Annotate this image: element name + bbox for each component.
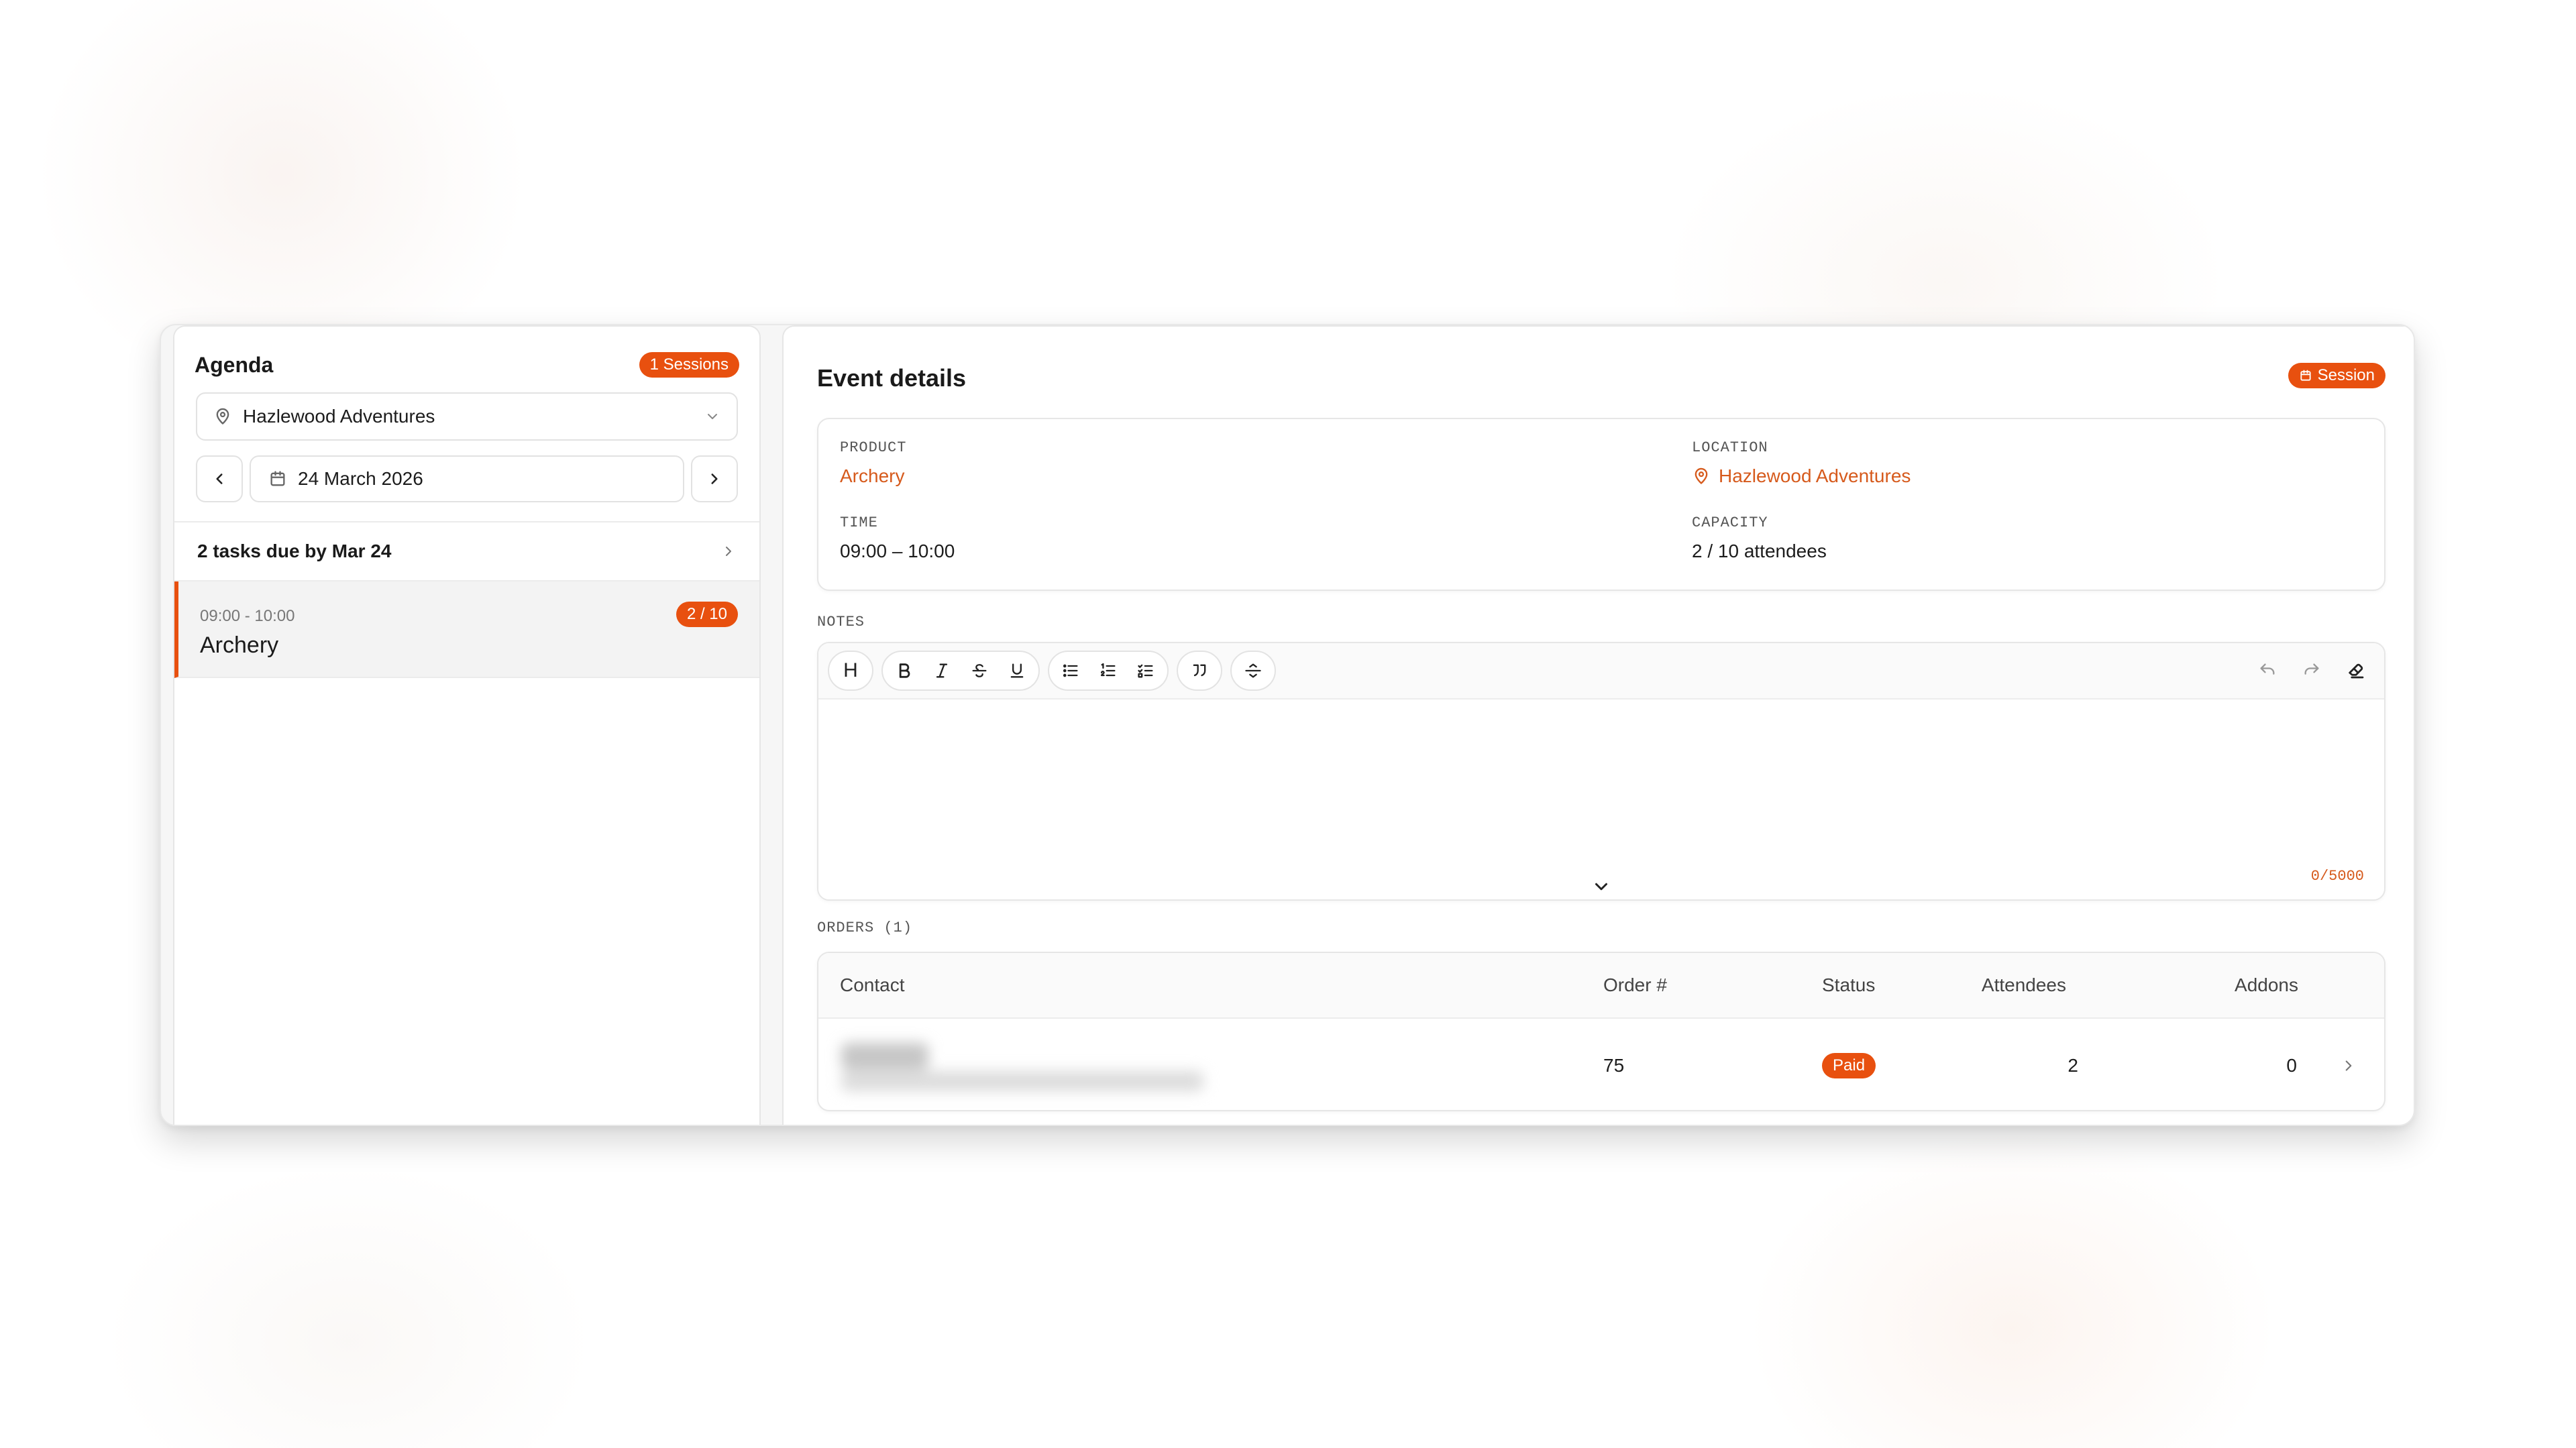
editor-toolbar: H <box>818 643 2384 700</box>
calendar-icon <box>268 469 287 488</box>
contact-redacted <box>835 1038 1224 1098</box>
numbered-list-icon <box>1099 661 1118 680</box>
table-row[interactable]: 75 Paid 2 0 <box>818 1019 2384 1110</box>
session-name: Archery <box>200 632 279 658</box>
heading-label: H <box>843 659 858 681</box>
app-window: Agenda 1 Sessions Hazlewood Adventures 2… <box>160 324 2415 1126</box>
divider-group <box>1230 651 1276 691</box>
column-contact: Contact <box>840 974 905 995</box>
checklist-icon <box>1136 661 1155 680</box>
addons-count: 0 <box>2286 1055 2297 1076</box>
map-pin-icon <box>1692 467 1711 486</box>
heading-group: H <box>828 651 873 691</box>
status-badge: Paid <box>1822 1053 1876 1078</box>
location-link[interactable]: Hazlewood Adventures <box>1692 465 1911 487</box>
product-value: Archery <box>840 465 905 486</box>
expand-editor-button[interactable] <box>1591 877 1611 897</box>
bullet-list-button[interactable] <box>1052 652 1089 689</box>
character-counter: 0/5000 <box>2310 868 2364 885</box>
event-details-card: PRODUCT Archery LOCATION Hazlewood Adven… <box>817 418 2385 591</box>
notes-editor: H 0/5000 <box>817 642 2385 901</box>
orders-table-header: Contact Order # Status Attendees Addons <box>818 953 2384 1019</box>
location-select[interactable]: Hazlewood Adventures <box>196 392 738 441</box>
undo-icon <box>2258 661 2277 680</box>
chevron-right-icon[interactable] <box>2340 1057 2357 1074</box>
agenda-header: Agenda 1 Sessions <box>195 345 739 384</box>
date-picker[interactable]: 24 March 2026 <box>250 455 684 502</box>
heading-button[interactable]: H <box>832 652 869 689</box>
tasks-due-label: 2 tasks due by Mar 24 <box>197 541 392 561</box>
redo-button[interactable] <box>2293 652 2330 689</box>
underline-button[interactable] <box>998 652 1036 689</box>
session-capacity-badge: 2 / 10 <box>676 602 738 627</box>
quote-icon <box>1190 661 1209 680</box>
chevron-down-icon <box>704 408 720 425</box>
capacity-value: 2 / 10 attendees <box>1692 541 1827 561</box>
bullet-list-icon <box>1061 661 1080 680</box>
italic-button[interactable] <box>923 652 961 689</box>
date-navigation: 24 March 2026 <box>196 455 738 502</box>
italic-icon <box>932 661 951 680</box>
location-field: LOCATION Hazlewood Adventures <box>1692 439 1911 487</box>
chevron-left-icon <box>211 470 228 488</box>
bold-icon <box>895 661 914 680</box>
bold-button[interactable] <box>885 652 923 689</box>
underline-icon <box>1008 661 1026 680</box>
capacity-field: CAPACITY 2 / 10 attendees <box>1692 514 1827 562</box>
column-status: Status <box>1822 974 1876 995</box>
map-pin-icon <box>213 407 232 426</box>
time-field: TIME 09:00 – 10:00 <box>840 514 955 562</box>
numbered-list-button[interactable] <box>1089 652 1127 689</box>
agenda-sidebar: Agenda 1 Sessions Hazlewood Adventures 2… <box>173 325 761 1125</box>
quote-group <box>1177 651 1222 691</box>
order-number: 75 <box>1603 1055 1625 1076</box>
selected-date: 24 March 2026 <box>298 468 423 489</box>
eraser-icon <box>2346 661 2366 681</box>
checklist-button[interactable] <box>1127 652 1165 689</box>
history-group <box>2249 652 2375 689</box>
notes-label: NOTES <box>817 614 865 630</box>
session-list-item[interactable]: 09:00 - 10:00 Archery 2 / 10 <box>174 581 759 678</box>
sessions-count-badge: 1 Sessions <box>639 352 739 378</box>
blockquote-button[interactable] <box>1181 652 1218 689</box>
calendar-icon <box>2299 369 2312 382</box>
notes-textarea[interactable] <box>818 701 2384 899</box>
session-time: 09:00 - 10:00 <box>200 607 295 625</box>
undo-button[interactable] <box>2249 652 2286 689</box>
column-order-number: Order # <box>1603 974 1667 995</box>
product-link[interactable]: Archery <box>840 465 906 487</box>
location-select-value: Hazlewood Adventures <box>243 406 435 427</box>
time-label: TIME <box>840 514 878 531</box>
capacity-label: CAPACITY <box>1692 514 1768 531</box>
tasks-due-link[interactable]: 2 tasks due by Mar 24 <box>174 521 759 581</box>
session-type-badge: Session <box>2288 363 2385 388</box>
horizontal-rule-icon <box>1244 661 1263 680</box>
column-attendees: Attendees <box>1981 974 2066 995</box>
clear-formatting-button[interactable] <box>2337 652 2375 689</box>
event-details-panel: Event details Session PRODUCT Archery LO… <box>782 325 2414 1125</box>
chevron-down-icon <box>1591 877 1611 897</box>
chevron-right-icon <box>706 470 723 488</box>
next-day-button[interactable] <box>691 455 738 502</box>
text-format-group <box>881 651 1040 691</box>
column-addons: Addons <box>2235 974 2298 995</box>
location-label: LOCATION <box>1692 439 1768 456</box>
session-type-label: Session <box>2317 366 2375 384</box>
orders-table: Contact Order # Status Attendees Addons … <box>817 952 2385 1111</box>
horizontal-rule-button[interactable] <box>1234 652 1272 689</box>
time-value: 09:00 – 10:00 <box>840 541 955 561</box>
redo-icon <box>2302 661 2321 680</box>
location-value: Hazlewood Adventures <box>1719 465 1911 486</box>
list-group <box>1048 651 1169 691</box>
orders-label: ORDERS (1) <box>817 920 913 936</box>
product-label: PRODUCT <box>840 439 907 456</box>
agenda-title: Agenda <box>195 352 274 377</box>
strikethrough-button[interactable] <box>961 652 998 689</box>
previous-day-button[interactable] <box>196 455 243 502</box>
strikethrough-icon <box>970 661 989 680</box>
product-field: PRODUCT Archery <box>840 439 906 487</box>
page-title: Event details <box>817 364 967 392</box>
attendees-count: 2 <box>2068 1055 2078 1076</box>
chevron-right-icon <box>720 543 737 559</box>
